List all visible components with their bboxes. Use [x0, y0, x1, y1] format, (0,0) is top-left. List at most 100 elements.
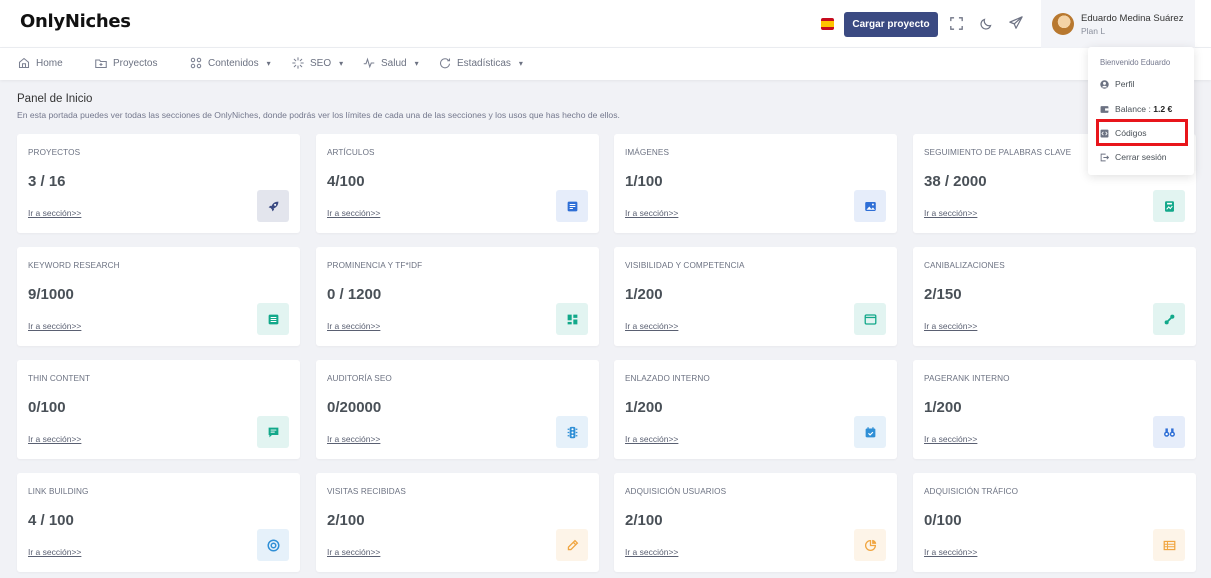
top-header: OnlyNiches Cargar proyecto Eduardo Medin…: [0, 0, 1211, 48]
chevron-down-icon: ▾: [339, 58, 344, 68]
card-label: THIN CONTENT: [28, 374, 91, 383]
card-label: PROYECTOS: [28, 148, 81, 157]
card-label: ARTÍCULOS: [327, 148, 375, 157]
user-plan: Plan L: [1081, 26, 1106, 36]
nav-label: Home: [36, 57, 63, 69]
comment-icon: [257, 416, 289, 448]
nav-item-proyectos[interactable]: Proyectos: [95, 57, 157, 69]
card-label: PROMINENCIA Y TF*IDF: [327, 261, 423, 270]
section-link[interactable]: Ir a sección>>: [625, 547, 678, 557]
stat-card: IMÁGENES 1/100 Ir a sección>>: [614, 134, 897, 233]
stat-card: VISITAS RECIBIDAS 2/100 Ir a sección>>: [316, 473, 599, 572]
target-icon: [257, 529, 289, 561]
moon-icon[interactable]: [978, 15, 994, 31]
section-link[interactable]: Ir a sección>>: [924, 208, 977, 218]
list-icon: [257, 303, 289, 335]
stat-card: LINK BUILDING 4 / 100 Ir a sección>>: [17, 473, 300, 572]
section-link[interactable]: Ir a sección>>: [28, 547, 81, 557]
card-value: 38 / 2000: [924, 173, 987, 190]
card-value: 0/100: [924, 512, 962, 529]
nav-item-salud[interactable]: Salud ▾: [363, 57, 419, 69]
card-value: 2/100: [625, 512, 663, 529]
user-name: Eduardo Medina Suárez: [1081, 13, 1184, 24]
stat-card: ARTÍCULOS 4/100 Ir a sección>>: [316, 134, 599, 233]
traffic-light-icon: [556, 416, 588, 448]
browser-icon: [854, 303, 886, 335]
avatar: [1052, 13, 1074, 35]
fullscreen-icon[interactable]: [948, 15, 964, 31]
section-link[interactable]: Ir a sección>>: [327, 547, 380, 557]
card-label: VISITAS RECIBIDAS: [327, 487, 406, 496]
pulse-icon: [363, 57, 375, 69]
card-label: KEYWORD RESEARCH: [28, 261, 120, 270]
card-value: 0 / 1200: [327, 286, 382, 303]
page-title: Panel de Inicio: [17, 93, 93, 105]
dropdown-item-cerrar-sesion[interactable]: Cerrar sesión: [1100, 152, 1167, 162]
nav-item-home[interactable]: Home: [18, 57, 63, 69]
user-dropdown-menu: Bienvenido Eduardo Perfil Balance : 1.2 …: [1088, 47, 1194, 175]
chevron-down-icon: ▾: [518, 58, 523, 68]
nav-label: SEO: [310, 57, 332, 69]
card-value: 1/200: [625, 286, 663, 303]
home-icon: [18, 57, 30, 69]
apps-icon: [190, 57, 202, 69]
card-value: 2/150: [924, 286, 962, 303]
binoculars-icon: [1153, 416, 1185, 448]
image-icon: [854, 190, 886, 222]
stat-card: CANIBALIZACIONES 2/150 Ir a sección>>: [913, 247, 1196, 346]
stat-card: ADQUISICIÓN USUARIOS 2/100 Ir a sección>>: [614, 473, 897, 572]
folder-icon: [95, 59, 107, 69]
stat-card: THIN CONTENT 0/100 Ir a sección>>: [17, 360, 300, 459]
section-link[interactable]: Ir a sección>>: [327, 208, 380, 218]
upload-project-button[interactable]: Cargar proyecto: [844, 12, 938, 37]
section-link[interactable]: Ir a sección>>: [28, 208, 81, 218]
nav-item-contenidos[interactable]: Contenidos ▾: [190, 57, 271, 69]
dropdown-item-perfil[interactable]: Perfil: [1100, 79, 1135, 89]
card-label: ADQUISICIÓN USUARIOS: [625, 487, 727, 496]
section-link[interactable]: Ir a sección>>: [327, 321, 380, 331]
chevron-down-icon: ▾: [414, 58, 419, 68]
calendar-check-icon: [854, 416, 886, 448]
link-icon: [1153, 303, 1185, 335]
stat-card: ENLAZADO INTERNO 1/200 Ir a sección>>: [614, 360, 897, 459]
refresh-icon: [440, 58, 451, 69]
stat-card: KEYWORD RESEARCH 9/1000 Ir a sección>>: [17, 247, 300, 346]
section-link[interactable]: Ir a sección>>: [625, 321, 678, 331]
card-label: LINK BUILDING: [28, 487, 89, 496]
section-link[interactable]: Ir a sección>>: [924, 547, 977, 557]
user-menu-toggle[interactable]: Eduardo Medina Suárez Plan L: [1041, 0, 1195, 48]
section-link[interactable]: Ir a sección>>: [327, 434, 380, 444]
section-link[interactable]: Ir a sección>>: [625, 208, 678, 218]
stat-card: PAGERANK INTERNO 1/200 Ir a sección>>: [913, 360, 1196, 459]
section-link[interactable]: Ir a sección>>: [28, 321, 81, 331]
dropdown-item-label: Perfil: [1115, 79, 1135, 89]
stat-card: VISIBILIDAD Y COMPETENCIA 1/200 Ir a secci…: [614, 247, 897, 346]
spain-flag-icon[interactable]: [821, 18, 834, 30]
balance-value: 1.2 €: [1153, 104, 1173, 114]
table-icon: [1153, 529, 1185, 561]
section-link[interactable]: Ir a sección>>: [924, 321, 977, 331]
nav-label: Proyectos: [113, 57, 158, 69]
rocket-icon: [257, 190, 289, 222]
stat-card: PROYECTOS 3 / 16 Ir a sección>>: [17, 134, 300, 233]
card-value: 4/100: [327, 173, 365, 190]
wallet-icon: [1100, 105, 1109, 113]
section-link[interactable]: Ir a sección>>: [28, 434, 81, 444]
card-value: 3 / 16: [28, 173, 66, 190]
logout-icon: [1100, 153, 1109, 161]
page-description: En esta portada puedes ver todas las sec…: [17, 110, 620, 120]
telegram-icon[interactable]: [1008, 15, 1024, 31]
dropdown-item-balance[interactable]: Balance : 1.2 €: [1100, 104, 1172, 114]
nav-item-estadisticas[interactable]: Estadísticas ▾: [439, 57, 523, 69]
user-circle-icon: [1100, 79, 1109, 89]
app-logo[interactable]: OnlyNiches: [20, 11, 131, 32]
card-value: 9/1000: [28, 286, 74, 303]
card-value: 2/100: [327, 512, 365, 529]
card-label: IMÁGENES: [625, 148, 670, 157]
section-link[interactable]: Ir a sección>>: [924, 434, 977, 444]
section-link[interactable]: Ir a sección>>: [625, 434, 678, 444]
pencil-icon: [556, 529, 588, 561]
stat-card: ADQUISICIÓN TRÁFICO 0/100 Ir a sección>>: [913, 473, 1196, 572]
pie-chart-icon: [854, 529, 886, 561]
nav-item-seo[interactable]: SEO ▾: [292, 57, 343, 69]
